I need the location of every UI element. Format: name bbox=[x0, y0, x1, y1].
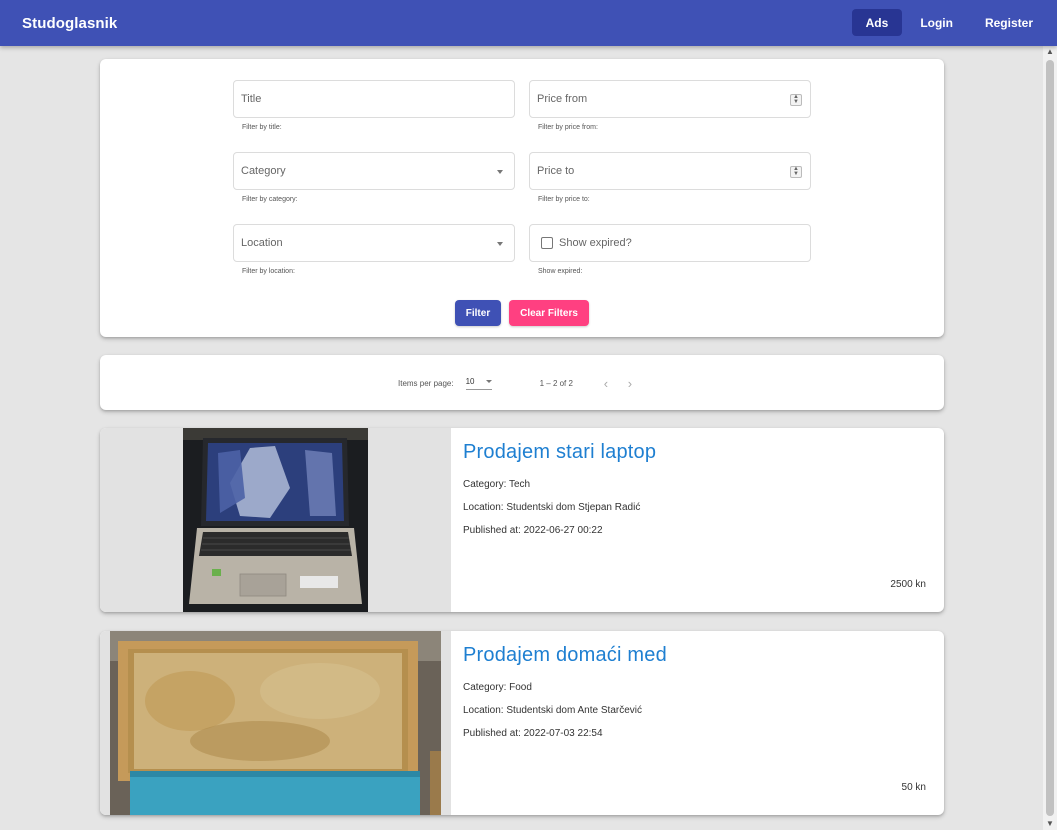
title-input[interactable]: Title bbox=[233, 80, 515, 118]
scroll-down-icon[interactable]: ▼ bbox=[1043, 818, 1057, 830]
dropdown-arrow-icon bbox=[497, 242, 503, 246]
price-from-input[interactable]: Price from ▲ ▼ bbox=[529, 80, 811, 118]
nav-ads-button[interactable]: Ads bbox=[851, 9, 903, 36]
ad-info: Prodajem stari laptop Category: Tech Loc… bbox=[451, 428, 944, 612]
filters-card: Title Filter by title: Price from ▲ ▼ Fil… bbox=[100, 59, 944, 337]
spinner-icon[interactable]: ▲ ▼ bbox=[790, 166, 802, 178]
previous-page-icon[interactable]: ‹ bbox=[601, 376, 611, 391]
show-expired-checkbox[interactable] bbox=[541, 237, 553, 249]
honeycomb-photo bbox=[110, 631, 441, 815]
show-expired-hint: Show expired: bbox=[538, 268, 583, 275]
ad-price: 2500 kn bbox=[890, 579, 926, 590]
spinner-icon[interactable]: ▲ ▼ bbox=[790, 94, 802, 106]
ad-image-area bbox=[100, 631, 451, 815]
ad-category: Category: Food bbox=[463, 682, 532, 693]
ad-title[interactable]: Prodajem domaći med bbox=[463, 644, 932, 667]
category-hint: Filter by category: bbox=[242, 196, 298, 203]
price-to-placeholder: Price to bbox=[537, 165, 575, 177]
ad-location: Location: Studentski dom Ante Starčević bbox=[463, 705, 642, 716]
show-expired-field[interactable]: Show expired? bbox=[529, 224, 811, 262]
app-brand[interactable]: Studoglasnik bbox=[22, 15, 117, 32]
price-to-hint: Filter by price to: bbox=[538, 196, 590, 203]
filter-button[interactable]: Filter bbox=[455, 300, 501, 326]
location-placeholder: Location bbox=[241, 237, 283, 249]
dropdown-arrow-icon bbox=[485, 380, 492, 383]
dropdown-arrow-icon bbox=[497, 170, 503, 174]
category-select[interactable]: Category bbox=[233, 152, 515, 190]
top-toolbar: Studoglasnik Ads Login Register bbox=[0, 0, 1057, 46]
ad-category: Category: Tech bbox=[463, 479, 531, 490]
price-to-input[interactable]: Price to ▲ ▼ bbox=[529, 152, 811, 190]
title-hint: Filter by title: bbox=[242, 124, 282, 131]
nav-register-button[interactable]: Register bbox=[971, 9, 1047, 36]
show-expired-label: Show expired? bbox=[559, 237, 632, 249]
price-from-placeholder: Price from bbox=[537, 93, 588, 105]
scrollbar-thumb[interactable] bbox=[1046, 60, 1054, 816]
title-input-placeholder: Title bbox=[241, 93, 262, 105]
clear-filters-button[interactable]: Clear Filters bbox=[509, 300, 589, 326]
ad-published: Published at: 2022-07-03 22:54 bbox=[463, 728, 603, 739]
items-per-page-label: Items per page: bbox=[398, 379, 454, 388]
ad-title[interactable]: Prodajem stari laptop bbox=[463, 441, 932, 464]
category-placeholder: Category bbox=[241, 165, 286, 177]
paginator-card: Items per page: 10 1 – 2 of 2 ‹ › bbox=[100, 355, 944, 410]
page-scrollbar[interactable]: ▲ ▼ bbox=[1043, 46, 1057, 830]
laptop-photo bbox=[183, 428, 368, 612]
ad-image-area bbox=[100, 428, 451, 612]
scroll-up-icon[interactable]: ▲ bbox=[1043, 46, 1057, 58]
ad-location: Location: Studentski dom Stjepan Radić bbox=[463, 502, 641, 513]
location-hint: Filter by location: bbox=[242, 268, 295, 275]
price-from-hint: Filter by price from: bbox=[538, 124, 598, 131]
ad-card[interactable]: Prodajem stari laptop Category: Tech Loc… bbox=[100, 428, 944, 612]
paginator: Items per page: 10 1 – 2 of 2 ‹ › bbox=[398, 376, 635, 391]
ad-card[interactable]: Prodajem domaći med Category: Food Locat… bbox=[100, 631, 944, 815]
ad-price: 50 kn bbox=[901, 782, 926, 793]
location-select[interactable]: Location bbox=[233, 224, 515, 262]
ad-info: Prodajem domaći med Category: Food Locat… bbox=[451, 631, 944, 815]
nav-login-button[interactable]: Login bbox=[906, 9, 967, 36]
page-size-value: 10 bbox=[465, 377, 475, 386]
page-range: 1 – 2 of 2 bbox=[539, 379, 573, 388]
ad-published: Published at: 2022-06-27 00:22 bbox=[463, 525, 603, 536]
next-page-icon[interactable]: › bbox=[625, 376, 635, 391]
page-size-select[interactable]: 10 bbox=[465, 377, 492, 390]
nav-menu: Ads Login Register bbox=[851, 9, 1047, 36]
